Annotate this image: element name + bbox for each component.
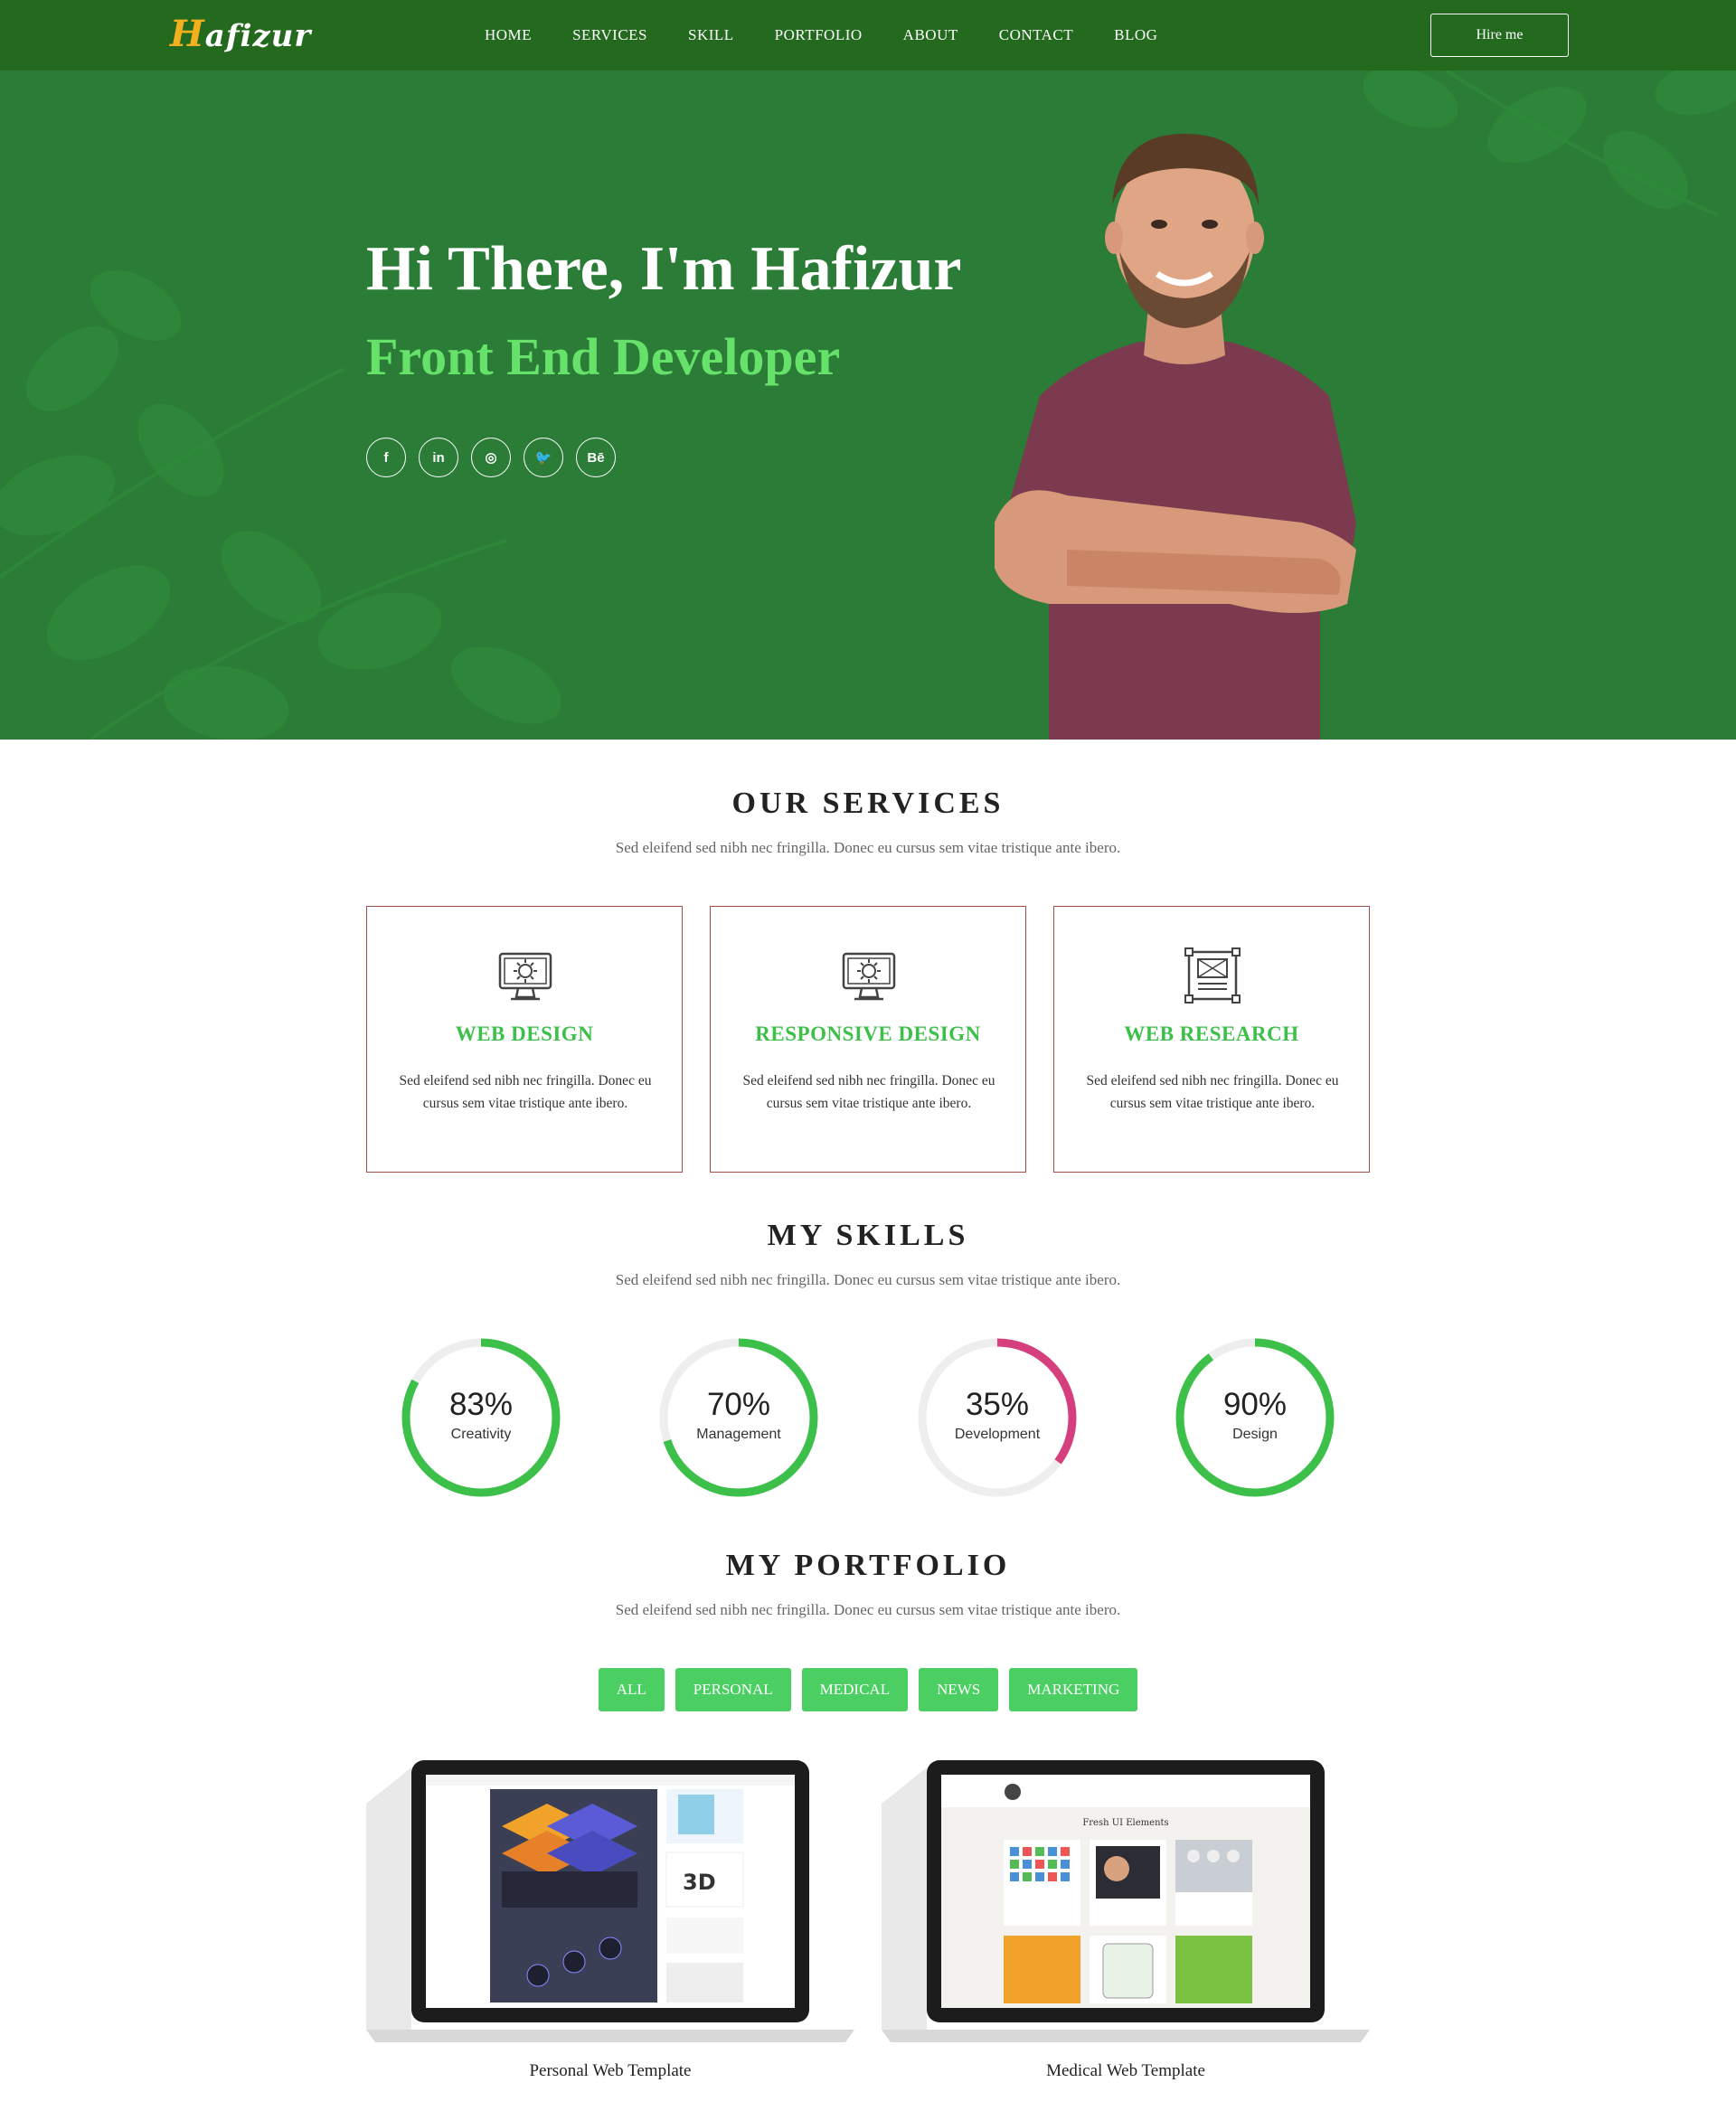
main-nav: HOME SERVICES SKILL PORTFOLIO ABOUT CONT… — [485, 0, 1198, 71]
filter-medical-button[interactable]: MEDICAL — [801, 1668, 909, 1711]
leaf-background-decoration — [0, 71, 1736, 740]
portfolio-item-medical[interactable]: Fresh UI Elements — [882, 1758, 1370, 2048]
service-title: WEB DESIGN — [455, 1023, 594, 1045]
nav-link-contact[interactable]: CONTACT — [999, 26, 1073, 44]
nav-link-about[interactable]: ABOUT — [903, 26, 958, 44]
screen-heading: Fresh UI Elements — [1082, 1818, 1168, 1828]
portfolio-caption: Medical Web Template — [1046, 2061, 1205, 2080]
portfolio-filters: ALL PERSONAL MEDICAL NEWS MARKETING — [0, 1668, 1736, 1711]
hero-portrait-image — [995, 134, 1356, 740]
facebook-icon[interactable]: f — [366, 438, 406, 477]
skill-percent: 90% — [1222, 1387, 1288, 1422]
nav-link-blog[interactable]: BLOG — [1114, 26, 1157, 44]
logo-initial: H — [170, 13, 205, 55]
laptop-mockup-image: 3D — [366, 1760, 854, 2042]
hero-section: Hi There, I'm Hafizur Front End Develope… — [0, 71, 1736, 740]
services-title: OUR SERVICES — [731, 787, 1005, 820]
hero-subtitle: Front End Developer — [366, 327, 841, 386]
nav-link-services[interactable]: SERVICES — [572, 26, 647, 44]
filter-personal-button[interactable]: PERSONAL — [675, 1668, 791, 1711]
portfolio-item-personal[interactable]: 3D — [366, 1758, 854, 2048]
skill-development: 35% Development — [916, 1336, 1079, 1499]
services-subtitle: Sed eleifend sed nibh nec fringilla. Don… — [615, 839, 1121, 856]
service-title: RESPONSIVE DESIGN — [755, 1023, 981, 1045]
service-description: Sed eleifend sed nibh nec fringilla. Don… — [1086, 1073, 1339, 1111]
nav-link-skill[interactable]: SKILL — [688, 26, 734, 44]
monitor-gear-icon — [498, 952, 552, 1001]
skill-percent: 83% — [448, 1387, 514, 1422]
top-navbar: Hafizur HOME SERVICES SKILL PORTFOLIO AB… — [0, 0, 1736, 71]
logo[interactable]: Hafizur — [170, 13, 311, 55]
service-card-responsive-design: RESPONSIVE DESIGN Sed eleifend sed nibh … — [710, 906, 1026, 1173]
hire-me-button[interactable]: Hire me — [1430, 14, 1569, 57]
skill-label: Management — [696, 1427, 781, 1442]
filter-marketing-button[interactable]: MARKETING — [1009, 1668, 1138, 1711]
filter-all-button[interactable]: ALL — [598, 1668, 665, 1711]
behance-icon[interactable]: Bē — [576, 438, 616, 477]
portfolio-title: MY PORTFOLIO — [725, 1549, 1011, 1582]
skill-percent: 35% — [965, 1387, 1030, 1422]
portfolio-subtitle: Sed eleifend sed nibh nec fringilla. Don… — [615, 1601, 1121, 1618]
laptop-mockup-image: Fresh UI Elements — [882, 1760, 1370, 2042]
service-card-web-design: WEB DESIGN Sed eleifend sed nibh nec fri… — [366, 906, 683, 1173]
svg-text:3D: 3D — [683, 1870, 716, 1895]
skill-percent: 70% — [706, 1387, 771, 1422]
nav-link-portfolio[interactable]: PORTFOLIO — [775, 26, 863, 44]
nav-link-home[interactable]: HOME — [485, 26, 532, 44]
service-card-web-research: WEB RESEARCH Sed eleifend sed nibh nec f… — [1053, 906, 1370, 1173]
monitor-gear-icon — [842, 952, 896, 1001]
skills-subtitle: Sed eleifend sed nibh nec fringilla. Don… — [615, 1271, 1121, 1288]
social-links: f in ◎ 🐦 Bē — [366, 438, 628, 477]
wireframe-icon — [1184, 947, 1241, 1004]
skills-title: MY SKILLS — [767, 1219, 969, 1252]
logo-text: afizur — [204, 18, 312, 54]
hero-title: Hi There, I'm Hafizur — [366, 234, 962, 304]
twitter-icon[interactable]: 🐦 — [524, 438, 563, 477]
portfolio-caption: Personal Web Template — [529, 2061, 692, 2080]
skill-management: 70% Management — [657, 1336, 820, 1499]
filter-news-button[interactable]: NEWS — [919, 1668, 999, 1711]
skill-label: Design — [1232, 1427, 1278, 1442]
service-title: WEB RESEARCH — [1124, 1023, 1299, 1045]
instagram-icon[interactable]: ◎ — [471, 438, 511, 477]
service-description: Sed eleifend sed nibh nec fringilla. Don… — [399, 1073, 652, 1111]
skill-label: Development — [954, 1427, 1041, 1442]
service-description: Sed eleifend sed nibh nec fringilla. Don… — [742, 1073, 995, 1111]
skill-label: Creativity — [450, 1427, 512, 1442]
linkedin-icon[interactable]: in — [419, 438, 458, 477]
skill-design: 90% Design — [1174, 1336, 1336, 1499]
skill-creativity: 83% Creativity — [400, 1336, 562, 1499]
